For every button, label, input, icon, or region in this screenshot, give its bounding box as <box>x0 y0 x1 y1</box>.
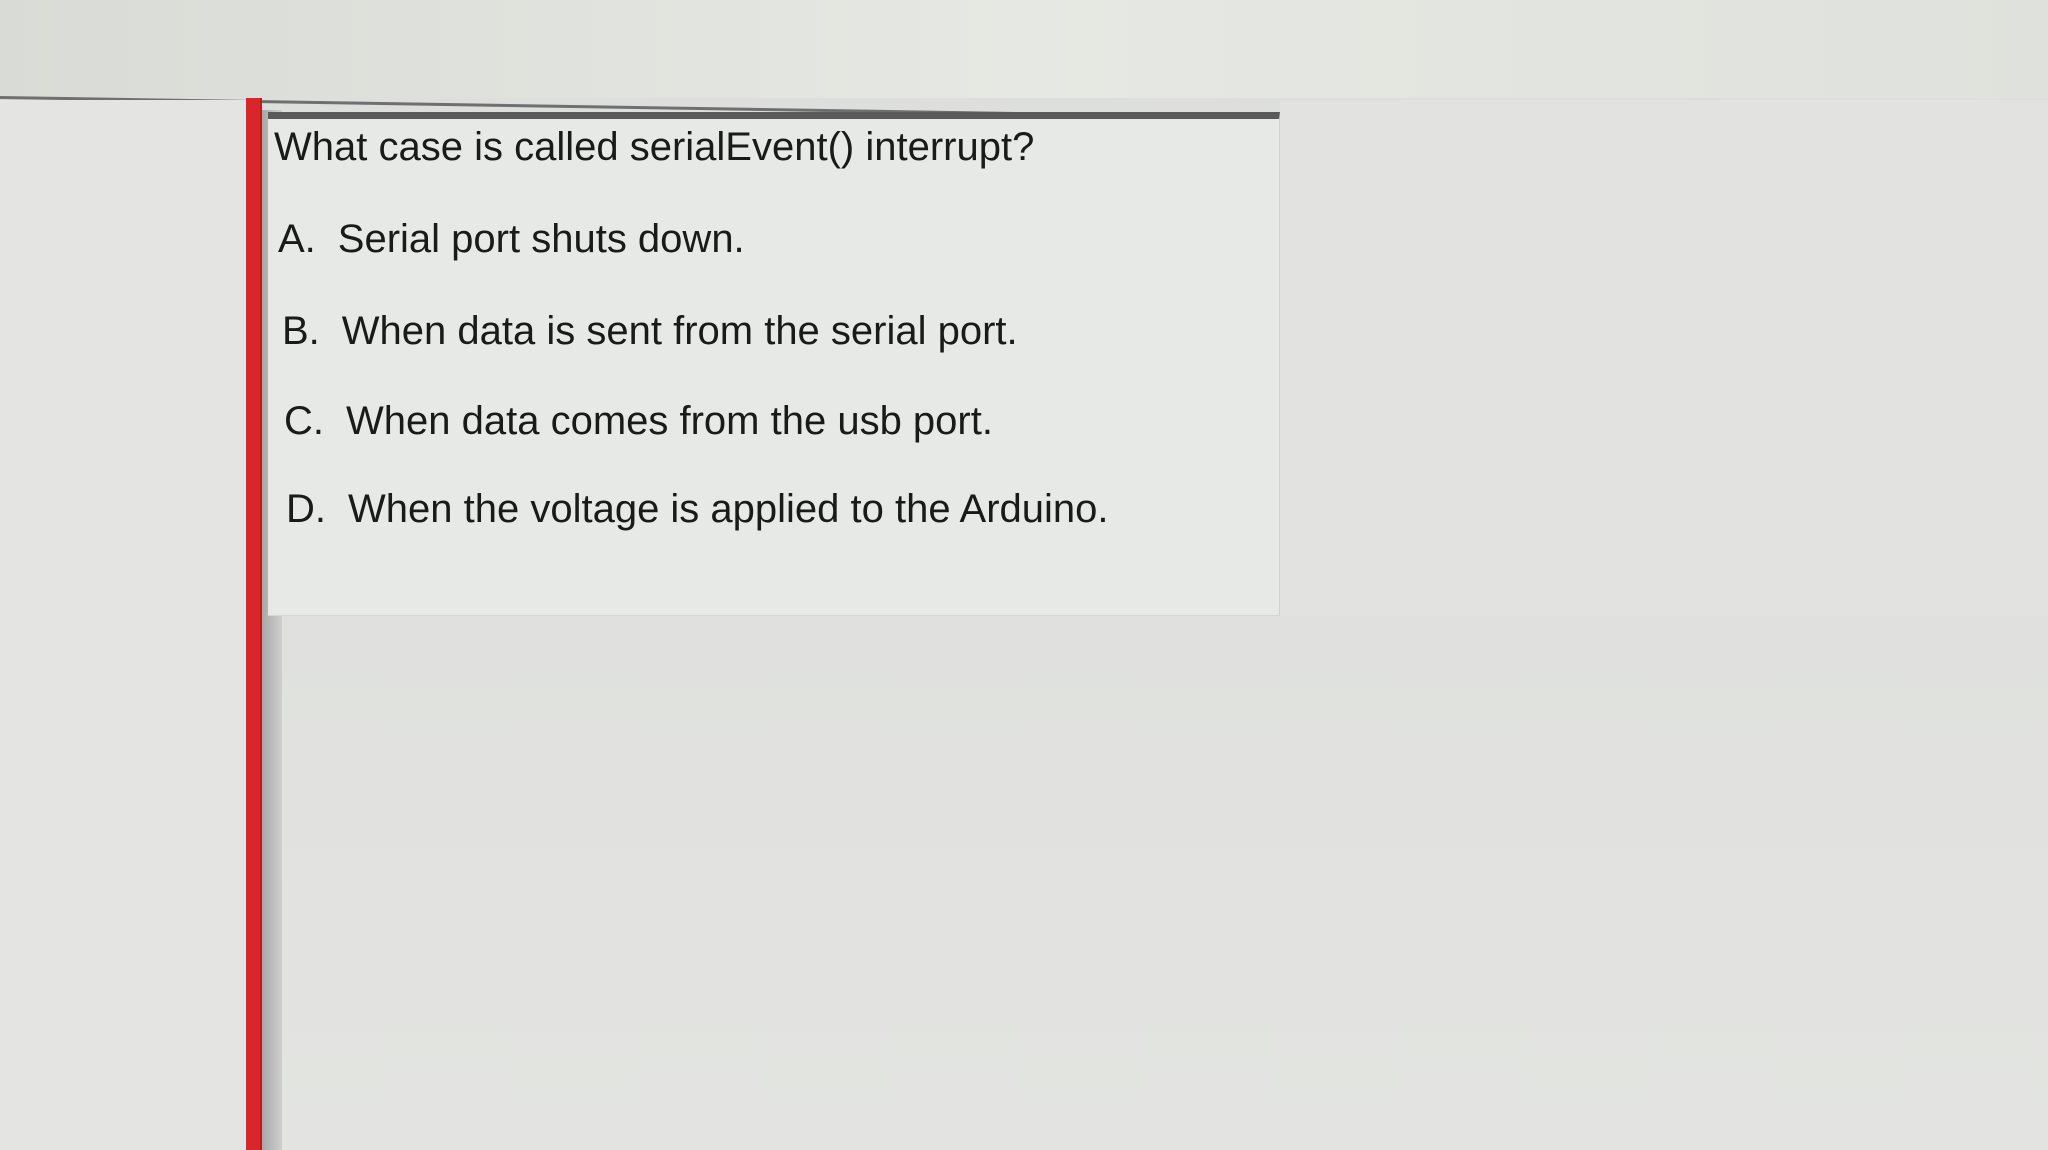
right-empty-area <box>1280 100 2048 616</box>
option-text: When data comes from the usb port. <box>346 399 993 443</box>
option-text: When the voltage is applied to the Ardui… <box>348 487 1109 531</box>
option-text: When data is sent from the serial port. <box>341 309 1018 353</box>
option-a[interactable]: A. Serial port shuts down. <box>278 215 745 263</box>
option-letter: B. <box>282 309 320 353</box>
content-area <box>282 616 2048 1150</box>
option-d[interactable]: D. When the voltage is applied to the Ar… <box>286 485 1109 533</box>
red-accent-bar <box>246 98 260 1150</box>
option-letter: D. <box>286 487 326 531</box>
option-letter: C. <box>284 399 324 443</box>
top-band <box>0 0 2048 98</box>
option-text: Serial port shuts down. <box>337 217 745 261</box>
option-letter: A. <box>278 217 316 261</box>
question-text: What case is called serialEvent() interr… <box>274 125 1035 169</box>
left-margin <box>0 100 246 1150</box>
option-c[interactable]: C. When data comes from the usb port. <box>284 397 993 445</box>
option-b[interactable]: B. When data is sent from the serial por… <box>282 307 1018 355</box>
question-panel: What case is called serialEvent() interr… <box>268 112 1280 616</box>
